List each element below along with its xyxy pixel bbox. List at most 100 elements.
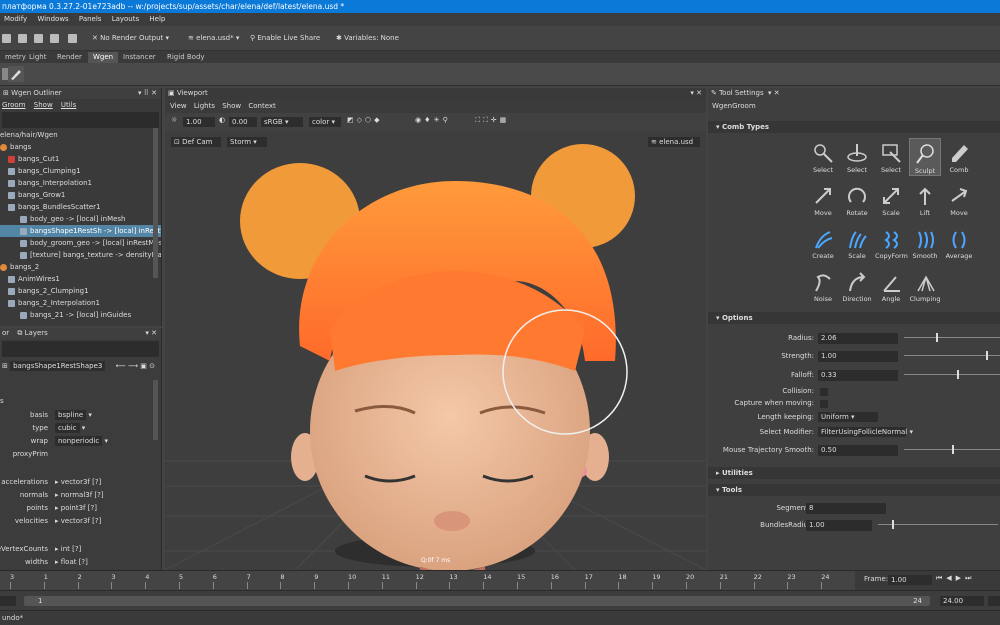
outliner-filter-input[interactable]: [2, 112, 159, 128]
range-end-field[interactable]: 24.00: [940, 596, 984, 606]
attr-filter-input[interactable]: [2, 341, 159, 357]
range-bar[interactable]: 1 24: [24, 596, 930, 606]
panel-controls-icon[interactable]: ▾ ✕: [145, 328, 157, 339]
panel-controls-icon[interactable]: ▾ ✕: [690, 88, 702, 99]
open-file-icon[interactable]: [18, 31, 27, 46]
menu-panels[interactable]: Panels: [79, 15, 102, 23]
camera-dropdown[interactable]: ⊡ Def Cam: [171, 137, 221, 147]
type-dropdown[interactable]: cubic: [55, 423, 80, 433]
list-item[interactable]: bangs_2: [0, 261, 161, 273]
tool-move-2[interactable]: Move: [943, 181, 975, 219]
command-line[interactable]: undo*: [0, 610, 1000, 625]
radius-field[interactable]: 2.06: [818, 333, 898, 344]
list-item[interactable]: bangs_Clumping1: [0, 165, 161, 177]
tool-select-1[interactable]: Select: [807, 138, 839, 176]
save-as-icon[interactable]: [50, 31, 59, 46]
channel-dropdown[interactable]: color ▾: [309, 117, 341, 127]
tool-scale[interactable]: Scale: [875, 181, 907, 219]
file-layer-dropdown[interactable]: ≋ elena.usd* ▾: [188, 31, 239, 46]
node-name-field[interactable]: bangsShape1RestShape3: [10, 361, 106, 371]
tool-select-3[interactable]: Select: [875, 138, 907, 176]
list-item[interactable]: [texture] bangs_texture -> densityMap: [0, 249, 161, 261]
section-options[interactable]: ▾ Options: [708, 312, 1000, 324]
list-item[interactable]: bangs_Interpolation1: [0, 177, 161, 189]
list-item[interactable]: body_groom_geo -> [local] inRestMesh: [0, 237, 161, 249]
slider-handle[interactable]: [892, 520, 895, 529]
menu-layouts[interactable]: Layouts: [112, 15, 139, 23]
outliner-scrollbar[interactable]: [153, 128, 158, 278]
section-comb-types[interactable]: ▾ Comb Types: [708, 121, 1000, 133]
render-settings-icon[interactable]: [68, 31, 77, 46]
brush-icon[interactable]: [8, 66, 24, 82]
lighting-icons[interactable]: ◉♦☀⚲: [415, 116, 451, 124]
length-keeping-dropdown[interactable]: Uniform ▾: [818, 412, 878, 422]
tab-light[interactable]: Light: [24, 52, 51, 63]
segments-field[interactable]: 8: [806, 503, 886, 514]
gamma-field[interactable]: 0.00: [229, 117, 257, 127]
list-item[interactable]: body_geo -> [local] inMesh: [0, 213, 161, 225]
variables-dropdown[interactable]: ✱ Variables: None: [336, 31, 399, 46]
radius-slider[interactable]: [904, 333, 1000, 342]
tool-sculpt[interactable]: Sculpt: [909, 138, 941, 176]
tool-clumping[interactable]: Clumping: [909, 267, 941, 305]
falloff-slider[interactable]: [904, 370, 1000, 379]
slider-handle[interactable]: [935, 333, 938, 342]
tool-angle[interactable]: Angle: [875, 267, 907, 305]
exposure-field[interactable]: 1.00: [183, 117, 215, 127]
section-tools[interactable]: ▾ Tools: [708, 484, 1000, 496]
panel-controls-icon[interactable]: ▾ ✕: [768, 88, 780, 99]
tab-attribute-editor[interactable]: or: [2, 329, 9, 337]
tool-comb[interactable]: Comb: [943, 138, 975, 176]
range-slider[interactable]: 1 24 24.00: [0, 590, 1000, 610]
menu-view[interactable]: View: [170, 102, 187, 110]
node-nav-icons[interactable]: ⟵ ⟶ ▣ ⊙: [116, 359, 155, 373]
menu-modify[interactable]: Modify: [4, 15, 27, 23]
menu-help[interactable]: Help: [149, 15, 165, 23]
collision-checkbox[interactable]: [820, 388, 828, 396]
trajectory-smooth-field[interactable]: 0.50: [818, 445, 898, 456]
menu-show[interactable]: Show: [222, 102, 241, 110]
trajectory-smooth-slider[interactable]: [904, 445, 1000, 454]
attr-scrollbar[interactable]: [153, 380, 158, 440]
list-item[interactable]: bangs_2_Interpolation1: [0, 297, 161, 309]
tool-smooth[interactable]: Smooth: [909, 224, 941, 262]
tool-move[interactable]: Move: [807, 181, 839, 219]
timeline[interactable]: 3 1 2 3 4 5 6 7 8 9 10 11 12 13 14 15 16 17 18 19 20 21 22 23 24…: [0, 570, 1000, 590]
stage-dropdown[interactable]: ≋ elena.usd: [648, 137, 700, 147]
falloff-field[interactable]: 0.33: [818, 370, 898, 381]
playback-controls[interactable]: ⏮◀▶⏭: [936, 574, 975, 583]
tool-direction[interactable]: Direction: [841, 267, 873, 305]
section-utilities[interactable]: ▸ Utilities: [708, 467, 1000, 479]
menu-context[interactable]: Context: [248, 102, 275, 110]
current-frame-field[interactable]: 1.00: [888, 575, 932, 585]
tab-rigid-body[interactable]: Rigid Body: [162, 52, 210, 63]
wrap-dropdown[interactable]: nonperiodic: [55, 436, 103, 446]
tool-average[interactable]: Average: [943, 224, 975, 262]
shading-mode-icons[interactable]: ◩◇⬡◆: [347, 116, 383, 124]
tool-scale-2[interactable]: Scale: [841, 224, 873, 262]
save-file-icon[interactable]: [34, 31, 43, 46]
tool-select-2[interactable]: Select: [841, 138, 873, 176]
capture-checkbox[interactable]: [820, 400, 828, 408]
range-end-outer-field[interactable]: [988, 596, 1000, 606]
menu-groom[interactable]: Groom: [2, 101, 26, 109]
tab-layers[interactable]: ⧉ Layers: [17, 329, 47, 337]
bundles-radius-slider[interactable]: [878, 520, 998, 529]
slider-handle[interactable]: [952, 445, 954, 454]
select-modifier-dropdown[interactable]: FilterUsingFollicleNormal ▾: [818, 427, 913, 437]
tab-wgen[interactable]: Wgen: [88, 52, 119, 63]
live-share-toggle[interactable]: ⚲ Enable Live Share: [250, 31, 320, 46]
strength-slider[interactable]: [904, 351, 1000, 360]
list-item[interactable]: AnimWires1: [0, 273, 161, 285]
panel-controls-icon[interactable]: ▾ ⠿ ✕: [138, 88, 157, 99]
slider-handle[interactable]: [985, 351, 988, 360]
new-file-icon[interactable]: [2, 31, 11, 46]
list-item[interactable]: bangsShape1RestSh -> [local] inRestS...: [0, 225, 161, 237]
basis-dropdown[interactable]: bspline: [55, 410, 87, 420]
render-output-dropdown[interactable]: ✕ No Render Output ▾: [92, 31, 169, 46]
tool-copyform[interactable]: CopyForm: [875, 224, 908, 262]
tool-lift[interactable]: Lift: [909, 181, 941, 219]
tab-instancer[interactable]: Instancer: [118, 52, 161, 63]
menu-windows[interactable]: Windows: [37, 15, 68, 23]
menu-utils[interactable]: Utils: [61, 101, 76, 109]
